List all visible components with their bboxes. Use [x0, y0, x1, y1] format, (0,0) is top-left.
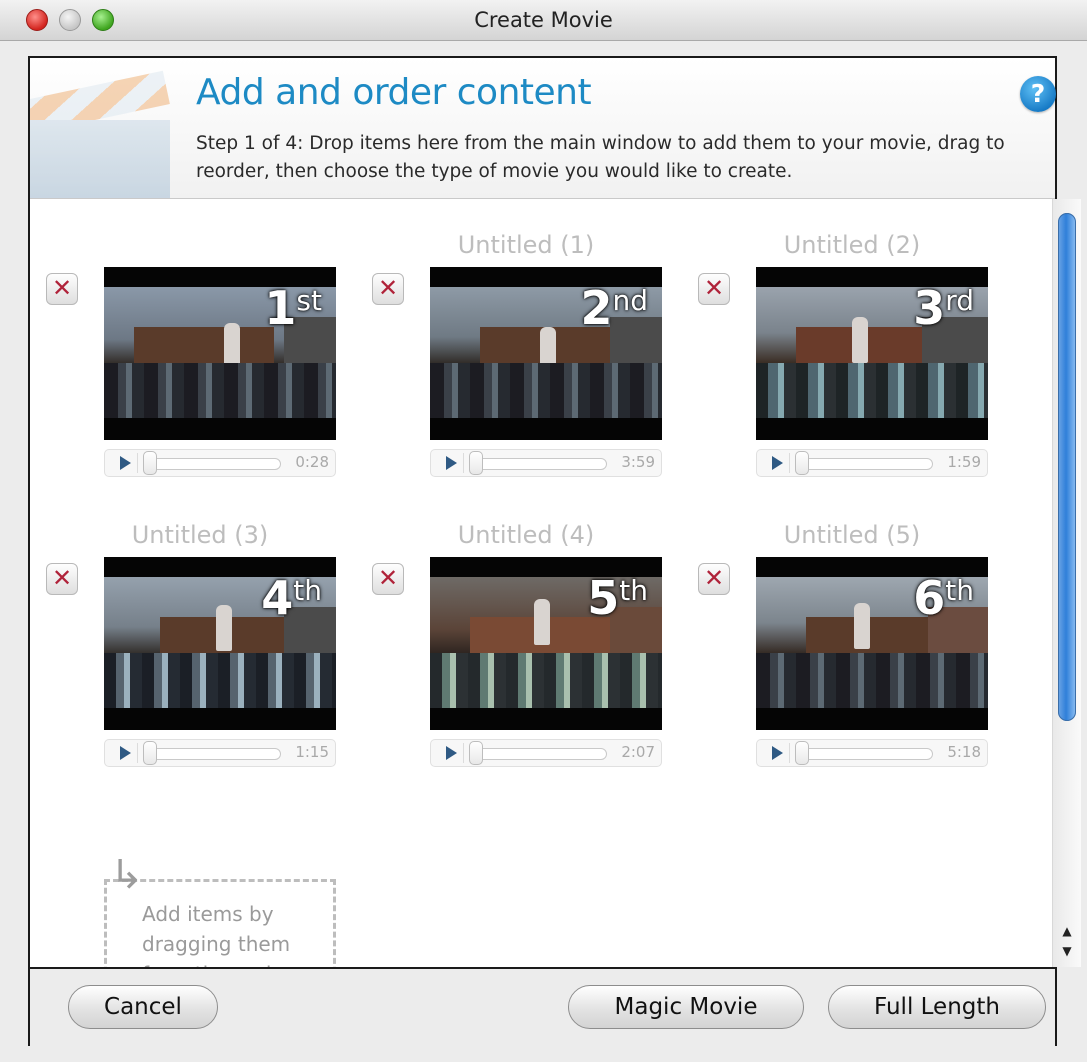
video-thumbnail[interactable]: 4th: [104, 557, 336, 730]
order-badge: 1st: [264, 281, 322, 335]
step-description: Step 1 of 4: Drop items here from the ma…: [196, 133, 1005, 182]
video-thumbnail[interactable]: 2nd: [430, 267, 662, 440]
list-item[interactable]: ✕ 1st 0:28: [30, 231, 340, 501]
mini-player: 5:18: [756, 739, 988, 767]
page-title: Add and order content: [196, 72, 592, 113]
scrub-track[interactable]: [799, 458, 933, 470]
duration: 1:15: [295, 743, 329, 761]
remove-item-button[interactable]: ✕: [372, 563, 404, 595]
create-movie-dialog: Add and order content Step 1 of 4: Drop …: [28, 56, 1081, 1046]
curved-arrow-icon: ↳: [110, 852, 144, 898]
item-title: Untitled (5): [783, 521, 921, 549]
scrub-track[interactable]: [147, 458, 281, 470]
remove-item-button[interactable]: ✕: [46, 273, 78, 305]
item-title: Untitled (1): [457, 231, 595, 259]
order-badge: 5th: [587, 571, 648, 625]
drop-zone-hint: Add items by dragging them from the main: [142, 902, 291, 967]
mini-player: 3:59: [430, 449, 662, 477]
remove-item-button[interactable]: ✕: [698, 273, 730, 305]
dialog-footer: Cancel Magic Movie Full Length: [30, 967, 1055, 1046]
play-icon[interactable]: [763, 743, 790, 763]
order-badge: 4th: [261, 571, 322, 625]
order-badge: 3rd: [913, 281, 974, 335]
scroll-down-arrow-icon[interactable]: ▼: [1057, 941, 1077, 961]
scroll-up-arrow-icon[interactable]: ▲: [1057, 921, 1077, 941]
video-thumbnail[interactable]: 3rd: [756, 267, 988, 440]
scrub-track[interactable]: [473, 748, 607, 760]
cancel-button[interactable]: Cancel: [68, 985, 218, 1029]
vertical-scrollbar[interactable]: ▲ ▼: [1052, 199, 1081, 967]
mini-player: 1:15: [104, 739, 336, 767]
play-icon[interactable]: [111, 453, 138, 473]
content-list: ✕ 1st 0:28 Untitled (1) ✕ 2nd 3:59 Untit…: [30, 199, 1055, 967]
scrub-handle[interactable]: [795, 741, 809, 765]
full-length-button[interactable]: Full Length: [828, 985, 1046, 1029]
scrub-handle[interactable]: [469, 741, 483, 765]
remove-item-button[interactable]: ✕: [372, 273, 404, 305]
duration: 1:59: [947, 453, 981, 471]
play-icon[interactable]: [437, 743, 464, 763]
item-title: Untitled (3): [131, 521, 269, 549]
order-badge: 6th: [913, 571, 974, 625]
title-bar: Create Movie: [0, 0, 1087, 41]
list-item[interactable]: Untitled (3) ✕ 4th 1:15: [30, 521, 340, 791]
play-icon[interactable]: [763, 453, 790, 473]
scrub-track[interactable]: [799, 748, 933, 760]
duration: 5:18: [947, 743, 981, 761]
video-thumbnail[interactable]: 1st: [104, 267, 336, 440]
list-item[interactable]: Untitled (5) ✕ 6th 5:18: [682, 521, 992, 791]
scrub-track[interactable]: [147, 748, 281, 760]
scrub-handle[interactable]: [469, 451, 483, 475]
video-thumbnail[interactable]: 6th: [756, 557, 988, 730]
list-item[interactable]: Untitled (2) ✕ 3rd 1:59: [682, 231, 992, 501]
magic-movie-button[interactable]: Magic Movie: [568, 985, 804, 1029]
duration: 0:28: [295, 453, 329, 471]
help-icon[interactable]: ?: [1020, 76, 1056, 112]
scrub-track[interactable]: [473, 458, 607, 470]
scrub-handle[interactable]: [795, 451, 809, 475]
scrub-handle[interactable]: [143, 741, 157, 765]
list-item[interactable]: Untitled (1) ✕ 2nd 3:59: [356, 231, 666, 501]
video-thumbnail[interactable]: 5th: [430, 557, 662, 730]
scrollbar-thumb[interactable]: [1058, 213, 1076, 721]
item-title: Untitled (2): [783, 231, 921, 259]
window-title: Create Movie: [474, 8, 613, 32]
mini-player: 0:28: [104, 449, 336, 477]
mini-player: 2:07: [430, 739, 662, 767]
list-item[interactable]: Untitled (4) ✕ 5th 2:07: [356, 521, 666, 791]
order-badge: 2nd: [580, 281, 648, 335]
remove-item-button[interactable]: ✕: [698, 563, 730, 595]
duration: 2:07: [621, 743, 655, 761]
header: Add and order content Step 1 of 4: Drop …: [30, 58, 1056, 199]
scrub-handle[interactable]: [143, 451, 157, 475]
play-icon[interactable]: [111, 743, 138, 763]
play-icon[interactable]: [437, 453, 464, 473]
item-title: Untitled (4): [457, 521, 595, 549]
remove-item-button[interactable]: ✕: [46, 563, 78, 595]
clapperboard-icon: [30, 58, 170, 198]
duration: 3:59: [621, 453, 655, 471]
mini-player: 1:59: [756, 449, 988, 477]
